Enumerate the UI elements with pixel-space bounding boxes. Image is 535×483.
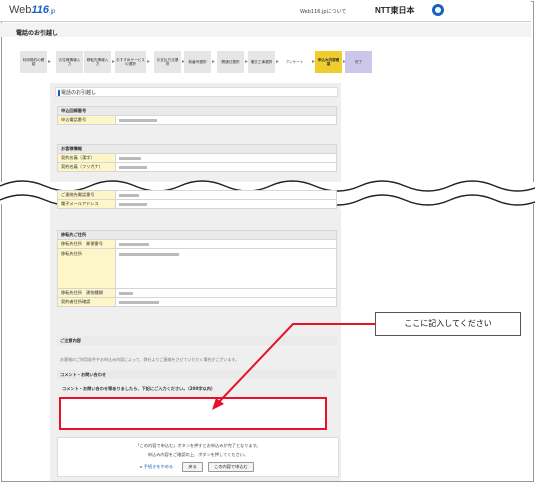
callout-box: ここに記入してください — [375, 312, 521, 336]
callout-arrow — [212, 323, 375, 410]
